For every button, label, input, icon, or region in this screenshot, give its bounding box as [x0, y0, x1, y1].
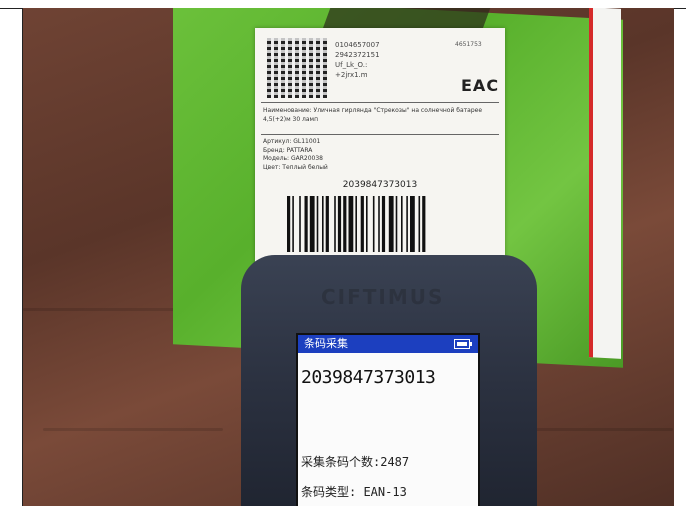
code-line: +2jrx1.m	[335, 71, 368, 79]
scanner-screen: 条码采集 2039847373013 采集条码个数:2487 条码类型: EAN…	[296, 333, 480, 506]
barcode-bar	[325, 196, 329, 252]
barcode-bar	[287, 196, 291, 252]
product-label: 0104657007 2942372151 Uf_Lk_O.: +2jrx1.m…	[255, 28, 505, 264]
barcode-bar	[292, 196, 294, 252]
wood-grain	[43, 428, 223, 431]
barcode-bar	[299, 196, 301, 252]
barcode-bar	[410, 196, 415, 252]
scanned-value: 2039847373013	[301, 367, 436, 388]
product-props: Артикул: GL11001 Бренд: PATTARA Модель: …	[263, 138, 328, 172]
barcode-bar	[360, 196, 364, 252]
barcode-bar	[309, 196, 315, 252]
barcode-bar	[401, 196, 403, 252]
barcode-bar	[355, 196, 357, 252]
battery-icon	[454, 339, 472, 349]
eac-mark: EAC	[461, 76, 500, 95]
barcode-bar	[378, 196, 380, 252]
barcode-bar	[418, 196, 421, 252]
scanner-brand: CIFTIMUS	[321, 285, 445, 309]
prop-color: Цвет: Теплый белый	[263, 163, 328, 171]
barcode-bar	[322, 196, 324, 252]
product-name: Наименование: Уличная гирлянда "Стрекозы…	[263, 107, 483, 123]
barcode-bar	[422, 196, 426, 252]
photo: 0104657007 2942372151 Uf_Lk_O.: +2jrx1.m…	[22, 8, 674, 506]
barcode-bar	[316, 196, 319, 252]
code-line: 0104657007	[335, 41, 380, 49]
barcode-bar	[366, 196, 368, 252]
screenshot-frame: 0104657007 2942372151 Uf_Lk_O.: +2jrx1.m…	[0, 0, 686, 506]
prop-article: Артикул: GL11001	[263, 138, 321, 145]
barcode-bar	[337, 196, 342, 252]
barcode-bar	[348, 196, 354, 252]
screen-title: 条码采集	[304, 337, 348, 350]
barcode-bar	[304, 196, 308, 252]
barcode-bar	[406, 196, 408, 252]
box-edge	[589, 8, 621, 359]
side-code: 4651753	[455, 41, 482, 48]
code-line: 2942372151	[335, 51, 380, 59]
barcode-bar	[343, 196, 347, 252]
type-line: 条码类型: EAN-13	[301, 485, 407, 499]
screen-header: 条码采集	[298, 335, 478, 353]
code-line: Uf_Lk_O.:	[335, 61, 368, 69]
barcode-number: 2039847373013	[342, 180, 418, 190]
count-line: 采集条码个数:2487	[301, 455, 410, 469]
label-divider	[261, 102, 499, 103]
barcode-scanner: CIFTIMUS 条码采集 2039847373013 采集条码个数:2487 …	[241, 255, 537, 506]
barcode-bar	[395, 196, 398, 252]
wood-grain	[523, 428, 673, 431]
qr-code-pattern	[267, 38, 327, 98]
prop-brand: Бренд: PATTARA	[263, 146, 313, 154]
prop-model: Модель: GAR20038	[263, 155, 323, 162]
barcode	[287, 196, 426, 252]
barcode-bar	[381, 196, 386, 252]
barcode-bar	[334, 196, 336, 252]
barcode-bar	[372, 196, 375, 252]
label-divider	[261, 134, 499, 135]
barcode-bar	[388, 196, 394, 252]
datamatrix-text: 0104657007 2942372151 Uf_Lk_O.: +2jrx1.m	[335, 40, 380, 80]
